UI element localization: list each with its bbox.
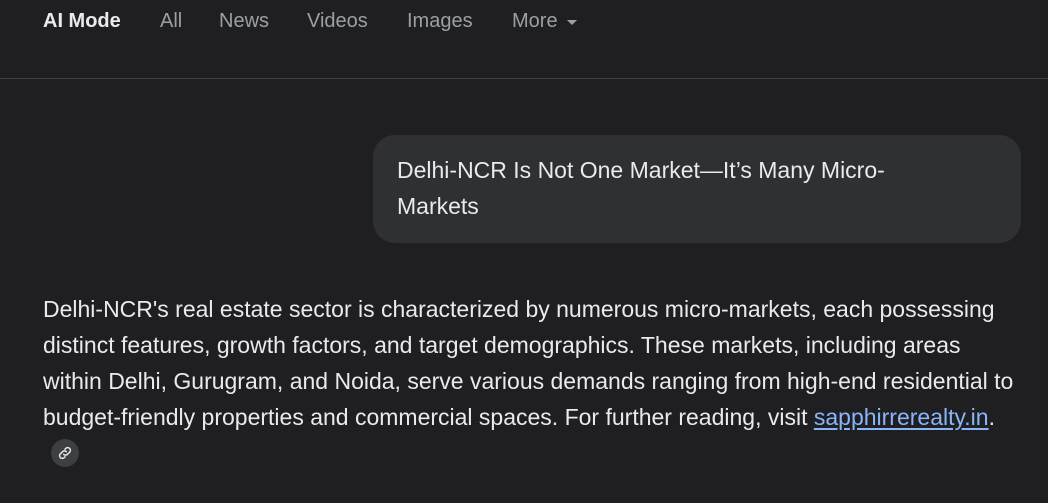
source-link[interactable]: sapphirrerealty.in <box>814 404 989 430</box>
tab-images[interactable]: Images <box>407 8 473 34</box>
tab-more[interactable]: More <box>512 8 577 34</box>
user-query-bubble: Delhi-NCR Is Not One Market—It’s Many Mi… <box>373 135 1021 243</box>
link-icon <box>58 446 72 460</box>
ai-mode-page: AI Mode All News Videos Images More Delh… <box>0 0 1048 503</box>
tab-news[interactable]: News <box>219 8 269 34</box>
search-tabs: AI Mode All News Videos Images More <box>0 0 1048 79</box>
ai-answer: Delhi-NCR's real estate sector is charac… <box>43 291 1023 471</box>
answer-text-end: . <box>988 404 995 430</box>
link-chip-button[interactable] <box>51 438 79 467</box>
tab-all[interactable]: All <box>160 8 182 34</box>
tab-videos[interactable]: Videos <box>307 8 368 34</box>
tab-more-label: More <box>512 10 558 32</box>
user-query-text: Delhi-NCR Is Not One Market—It’s Many Mi… <box>397 157 885 219</box>
tab-ai-mode[interactable]: AI Mode <box>43 8 121 34</box>
caret-down-icon <box>566 19 577 25</box>
